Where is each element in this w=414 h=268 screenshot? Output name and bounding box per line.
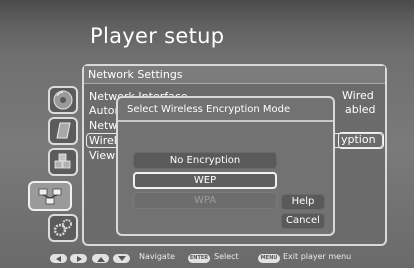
network-icon-graphic [38,188,62,205]
menu-item-view[interactable]: View [89,149,115,162]
cubes-icon[interactable] [48,148,78,176]
navigate-label: Navigate [139,252,175,261]
menu-value-autom: abled [345,103,376,116]
arrow-up-glyph [96,256,105,262]
dialog-title: Select Wireless Encryption Mode [118,98,333,122]
menu-value-network-interface: Wired [342,89,374,102]
option-wep[interactable]: WEP [133,172,277,189]
gears-icon-graphic [53,219,72,237]
disc-icon[interactable] [48,86,78,114]
arrow-up-icon [92,254,109,263]
select-label: Select [214,252,239,261]
panel-header: Network Settings [84,66,385,84]
arrow-down-icon [113,254,130,263]
arrow-left-glyph [55,255,61,262]
exit-label: Exit player menu [283,252,352,261]
help-button[interactable]: Help [281,194,325,210]
menu-key-icon: MENU [258,254,280,263]
cancel-button[interactable]: Cancel [281,213,325,229]
disc-icon-graphic [53,90,73,110]
page-title: Player setup [90,24,225,48]
arrow-left-icon [50,254,67,263]
document-icon[interactable] [48,117,78,145]
arrow-right-icon [70,254,87,263]
network-icon[interactable] [28,181,72,211]
enter-key-icon: ENTER [188,254,210,263]
menu-value-wireless: yption [341,133,376,146]
gears-icon[interactable] [48,214,78,242]
option-wpa[interactable]: WPA [133,192,277,209]
option-no-encryption[interactable]: No Encryption [133,152,277,169]
cubes-icon-graphic [54,153,71,169]
arrow-down-glyph [117,255,126,261]
arrow-right-glyph [76,255,82,262]
document-icon-graphic [56,122,71,139]
